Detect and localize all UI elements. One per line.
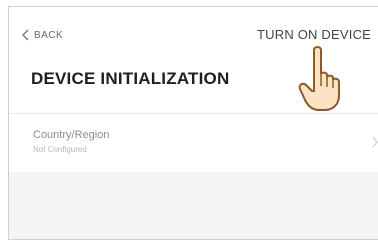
back-label: BACK (34, 29, 64, 41)
app-screen: BACK TURN ON DEVICE DEVICE INITIALIZATIO… (8, 6, 378, 240)
chevron-right-icon (372, 136, 378, 148)
settings-row-country-region[interactable]: Country/Region Not Configured (9, 113, 378, 172)
page-title: DEVICE INITIALIZATION (31, 69, 230, 88)
back-button[interactable]: BACK (21, 29, 63, 41)
hand-pointer-icon (298, 46, 340, 111)
turn-on-device-button[interactable]: TURN ON DEVICE (257, 27, 371, 42)
row-value: Not Configured (33, 145, 87, 154)
chevron-left-icon (22, 29, 29, 41)
row-label: Country/Region (33, 129, 110, 141)
